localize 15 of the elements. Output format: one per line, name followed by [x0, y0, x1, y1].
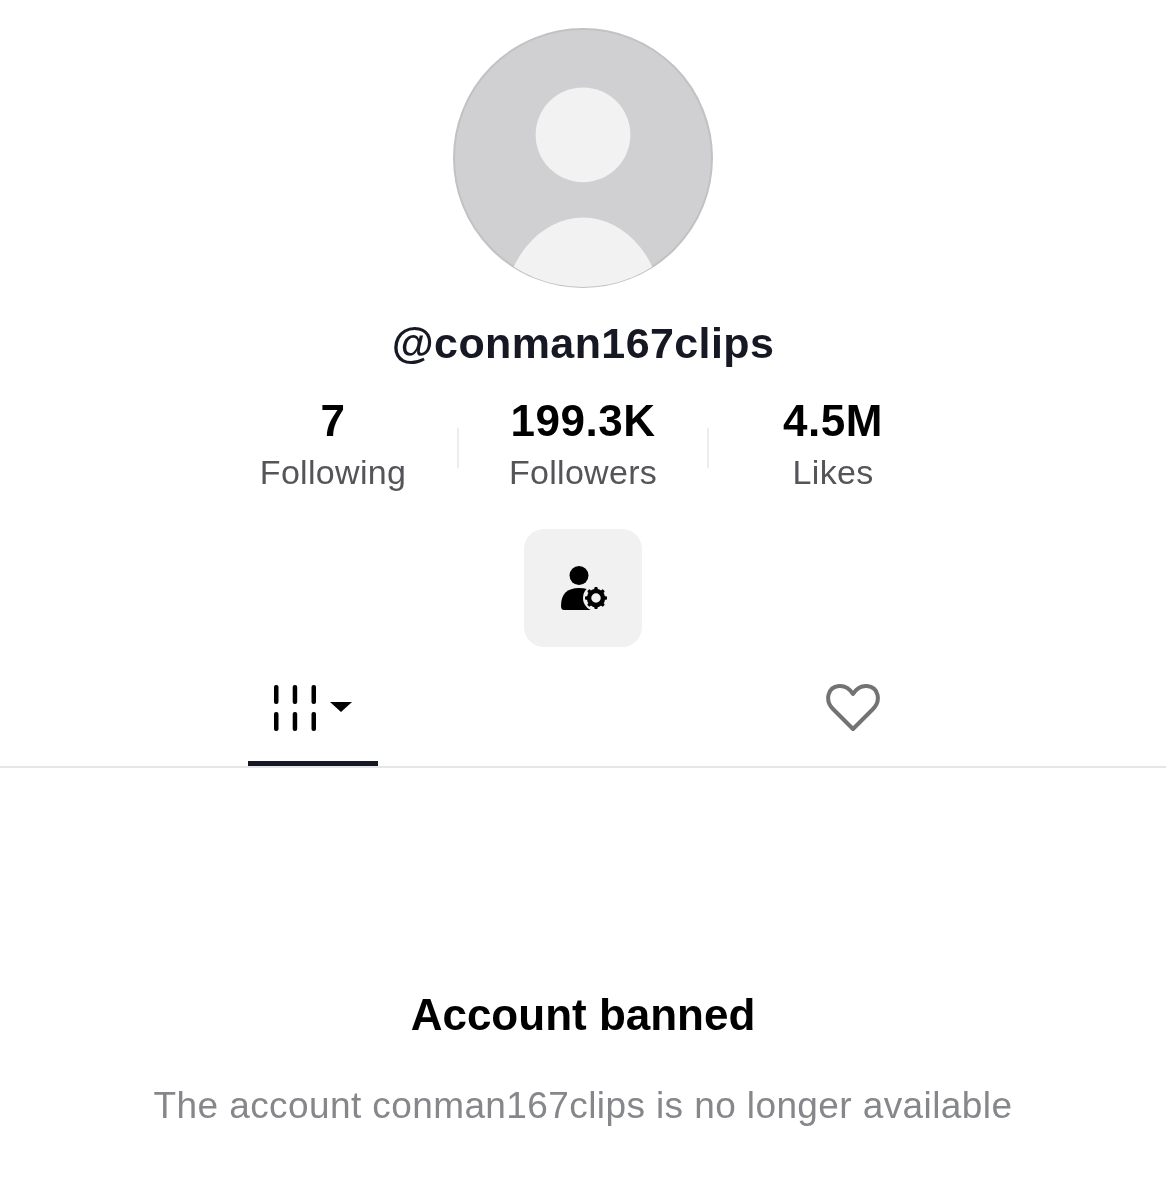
person-gear-icon: [561, 566, 609, 610]
caret-icon: [330, 701, 352, 712]
stat-label: Likes: [792, 452, 874, 493]
stat-label: Following: [259, 452, 407, 493]
empty-state-message: The account conman167clips is no longer available: [153, 1084, 1013, 1128]
empty-state-title: Account banned: [410, 989, 756, 1041]
heart-icon: [825, 682, 881, 733]
username: @conman167clips: [391, 318, 775, 368]
stat-label: Followers: [508, 452, 658, 493]
stat-value: 4.5M: [783, 396, 883, 446]
grid-icon: [274, 684, 316, 731]
avatar-icon: [453, 28, 713, 288]
stat-value: 7: [320, 396, 346, 446]
stat-value: 199.3K: [510, 396, 656, 446]
profile-settings-button[interactable]: [524, 529, 642, 647]
